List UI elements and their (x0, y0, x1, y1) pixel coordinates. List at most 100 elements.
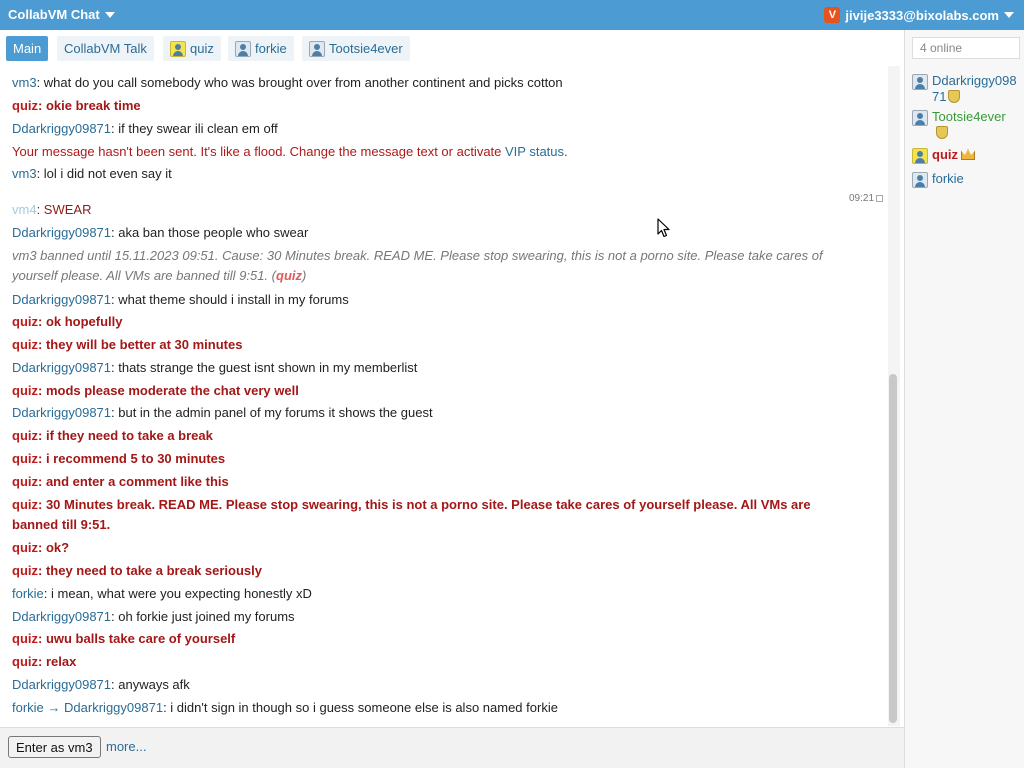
message-author[interactable]: quiz (12, 98, 38, 113)
enter-as-button[interactable]: Enter as vm3 (8, 736, 101, 758)
chat-message: forkie: i mean, what were you expecting … (12, 584, 832, 604)
tab-forkie[interactable]: forkie (228, 36, 294, 61)
user-name: Tootsie4ever (932, 109, 1006, 141)
ban-author[interactable]: quiz (276, 268, 302, 283)
message-author[interactable]: quiz (12, 540, 38, 555)
message-author[interactable]: quiz (12, 383, 38, 398)
message-author[interactable]: Ddarkriggy09871 (12, 677, 111, 692)
tab-quiz[interactable]: quiz (163, 36, 221, 61)
message-author[interactable]: quiz (12, 563, 38, 578)
message-author[interactable]: quiz (12, 451, 38, 466)
message-author[interactable]: forkie (12, 700, 44, 715)
shield-badge-icon (936, 126, 948, 139)
message-text: mods please moderate the chat very well (45, 383, 299, 398)
timestamp: 09:21 (849, 193, 884, 204)
ban-text-line1: vm3 banned until 15.11.2023 09:51. Cause… (12, 248, 823, 263)
message-author[interactable]: Ddarkriggy09871 (12, 225, 111, 240)
ban-notice: vm3 banned until 15.11.2023 09:51. Cause… (12, 246, 832, 286)
top-bar: CollabVM Chat V jivije3333@bixolabs.com (0, 0, 1024, 30)
user-icon (235, 40, 251, 57)
user-name: forkie (932, 171, 964, 186)
user-name: quiz (932, 147, 975, 164)
user-icon (309, 40, 325, 57)
scrollbar-thumb[interactable] (889, 374, 897, 723)
user-list-item[interactable]: Tootsie4ever (912, 109, 1022, 141)
chat-message: quiz: and enter a comment like this (12, 472, 832, 492)
tab-tootsie4ever[interactable]: Tootsie4ever (302, 36, 410, 61)
message-separator: : (38, 654, 46, 669)
tab-label: CollabVM Talk (64, 41, 147, 56)
message-text: : oh forkie just joined my forums (111, 609, 295, 624)
message-author[interactable]: Ddarkriggy09871 (12, 609, 111, 624)
account-menu-button[interactable]: V jivije3333@bixolabs.com (824, 7, 1014, 23)
message-separator: : (38, 314, 46, 329)
message-author[interactable]: vm3 (12, 75, 37, 90)
message-author[interactable]: quiz (12, 654, 38, 669)
tab-label: Main (13, 41, 42, 56)
vk-logo-icon: V (824, 7, 841, 23)
message-author[interactable]: quiz (12, 497, 38, 512)
chevron-down-icon (1004, 12, 1014, 18)
chat-message: forkie → Ddarkriggy09871: i didn't sign … (12, 698, 832, 718)
message-separator: : (38, 383, 46, 398)
message-text: SWEAR (43, 202, 92, 217)
arrow-right-icon: → (47, 700, 61, 715)
message-author[interactable]: Ddarkriggy09871 (12, 360, 111, 375)
chat-message: vm3: lol i did not even say it (12, 164, 832, 184)
chat-message: vm3: what do you call somebody who was b… (12, 73, 832, 93)
vip-status-link[interactable]: VIP status (505, 144, 564, 159)
online-count: 4 online (912, 37, 1020, 59)
message-text: : anyways afk (111, 677, 190, 692)
chat-message: Ddarkriggy09871: aka ban those people wh… (12, 223, 832, 243)
warning-end: . (564, 144, 568, 159)
message-author[interactable]: quiz (12, 314, 38, 329)
message-author[interactable]: Ddarkriggy09871 (12, 121, 111, 136)
message-author[interactable]: quiz (12, 337, 38, 352)
account-email: jivije3333@bixolabs.com (845, 7, 999, 23)
chat-message: quiz: uwu balls take care of yourself (12, 629, 832, 649)
more-link[interactable]: more... (106, 739, 146, 754)
message-text-line2: banned till 9:51. (12, 517, 111, 532)
chat-message: quiz: okie break time (12, 96, 832, 116)
message-separator: : (38, 563, 46, 578)
chat-message: Ddarkriggy09871: if they swear ili clean… (12, 119, 832, 139)
user-icon (912, 110, 928, 126)
message-author[interactable]: quiz (12, 631, 38, 646)
chat-message: quiz: mods please moderate the chat very… (12, 381, 832, 401)
message-text-line1: 30 Minutes break. READ ME. Please stop s… (45, 497, 811, 512)
message-author[interactable]: vm4 (12, 202, 37, 217)
message-text: they will be better at 30 minutes (45, 337, 243, 352)
chat-menu-button[interactable]: CollabVM Chat (8, 7, 115, 22)
message-author[interactable]: Ddarkriggy09871 (12, 292, 111, 307)
user-list-item[interactable]: quiz (912, 147, 1022, 164)
message-text: : i didn't sign in though so i guess som… (163, 700, 558, 715)
message-text: ok? (45, 540, 70, 555)
message-recipient[interactable]: Ddarkriggy09871 (64, 700, 163, 715)
message-author[interactable]: quiz (12, 428, 38, 443)
message-author[interactable]: forkie (12, 586, 44, 601)
tab-collabvm-talk[interactable]: CollabVM Talk (57, 36, 154, 61)
message-author[interactable]: vm3 (12, 166, 37, 181)
message-separator: : (36, 202, 44, 217)
crown-badge-icon (961, 149, 975, 160)
checkbox-icon (876, 195, 884, 202)
user-list-sidebar: 4 online Ddarkriggy09871 Tootsie4ever qu… (904, 30, 1024, 768)
user-name-text: quiz (932, 147, 958, 162)
message-author[interactable]: quiz (12, 474, 38, 489)
chat-message: quiz: they need to take a break seriousl… (12, 561, 832, 581)
message-text: uwu balls take care of yourself (45, 631, 236, 646)
tab-main[interactable]: Main (6, 36, 49, 61)
chat-message: quiz: 30 Minutes break. READ ME. Please … (12, 495, 832, 535)
chat-message: quiz: ok hopefully (12, 312, 832, 332)
user-list-item[interactable]: Ddarkriggy09871 (912, 73, 1022, 105)
chat-message: quiz: relax (12, 652, 832, 672)
chat-message: Ddarkriggy09871: thats strange the guest… (12, 358, 832, 378)
message-text: okie break time (45, 98, 141, 113)
message-text: : if they swear ili clean em off (111, 121, 278, 136)
user-list-item[interactable]: forkie (912, 171, 1022, 188)
message-text: : but in the admin panel of my forums it… (111, 405, 433, 420)
message-author[interactable]: Ddarkriggy09871 (12, 405, 111, 420)
user-name-text: Tootsie4ever (932, 109, 1006, 124)
chat-message: quiz: ok? (12, 538, 832, 558)
message-text: and enter a comment like this (45, 474, 229, 489)
